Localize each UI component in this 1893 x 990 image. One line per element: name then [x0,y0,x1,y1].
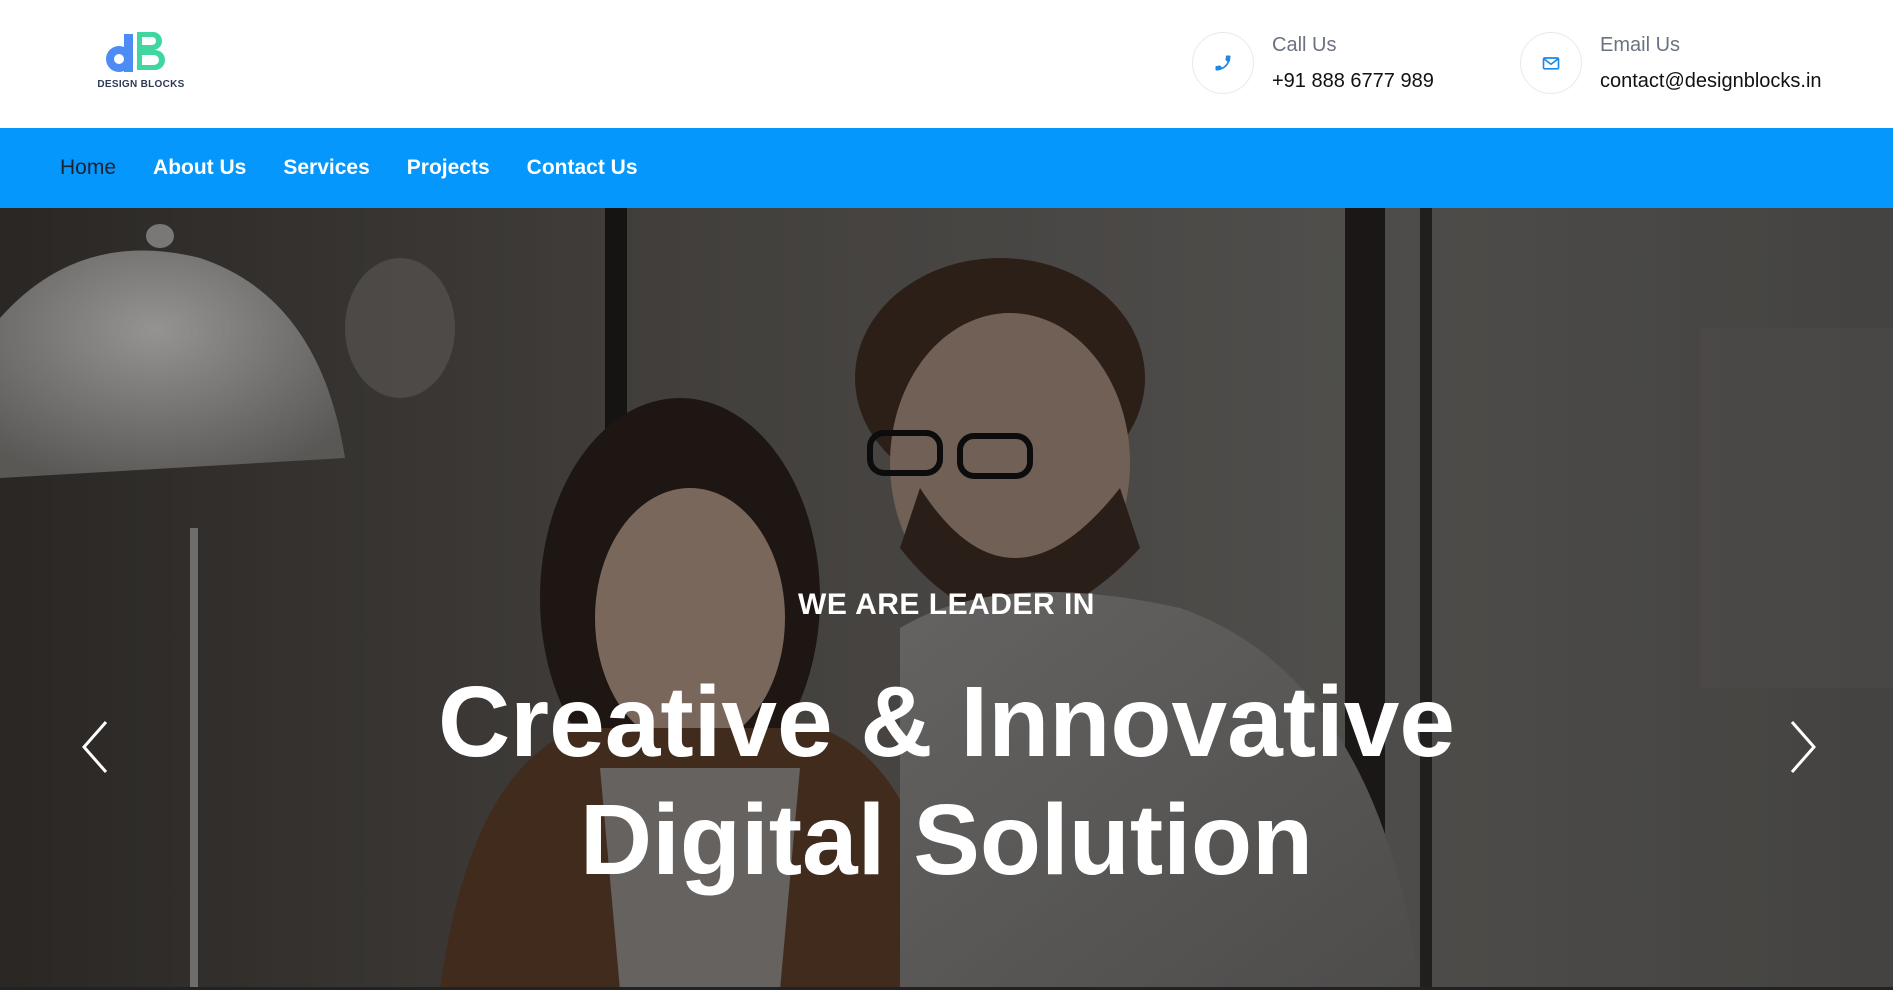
nav-item-contact-us[interactable]: Contact Us [527,156,638,180]
hero-title: Creative & Innovative Digital Solution [0,663,1893,899]
chevron-left-icon [82,721,108,773]
call-us-block[interactable]: Call Us +91 888 6777 989 [1192,32,1452,96]
envelope-icon [1520,32,1582,94]
logo-mark-icon [106,32,165,72]
hero-subtitle: WE ARE LEADER IN [798,588,1095,621]
brand-logo[interactable]: DESIGN BLOCKS [86,28,196,96]
nav-item-about-us[interactable]: About Us [153,156,246,180]
main-nav: Home About Us Services Projects Contact … [0,128,1893,208]
hero-title-line-1: Creative & Innovative [437,666,1456,778]
email-us-label: Email Us [1600,34,1681,56]
hero-title-line-2: Digital Solution [579,784,1314,896]
call-us-label: Call Us [1272,34,1337,56]
call-us-number[interactable]: +91 888 6777 989 [1272,70,1434,93]
phone-icon [1192,32,1254,94]
nav-item-services[interactable]: Services [283,156,369,180]
hero-slider: WE ARE LEADER IN Creative & Innovative D… [0,208,1893,990]
top-header: DESIGN BLOCKS Call Us +91 888 6777 989 E… [0,0,1893,128]
slider-prev-button[interactable] [76,712,116,782]
nav-item-projects[interactable]: Projects [407,156,490,180]
email-us-block[interactable]: Email Us contact@designblocks.in [1520,32,1880,96]
nav-list: Home About Us Services Projects Contact … [60,128,675,208]
logo-text: DESIGN BLOCKS [97,79,185,90]
chevron-right-icon [1790,721,1816,773]
email-us-address[interactable]: contact@designblocks.in [1600,70,1822,93]
slider-next-button[interactable] [1782,712,1822,782]
nav-item-home[interactable]: Home [60,156,116,180]
